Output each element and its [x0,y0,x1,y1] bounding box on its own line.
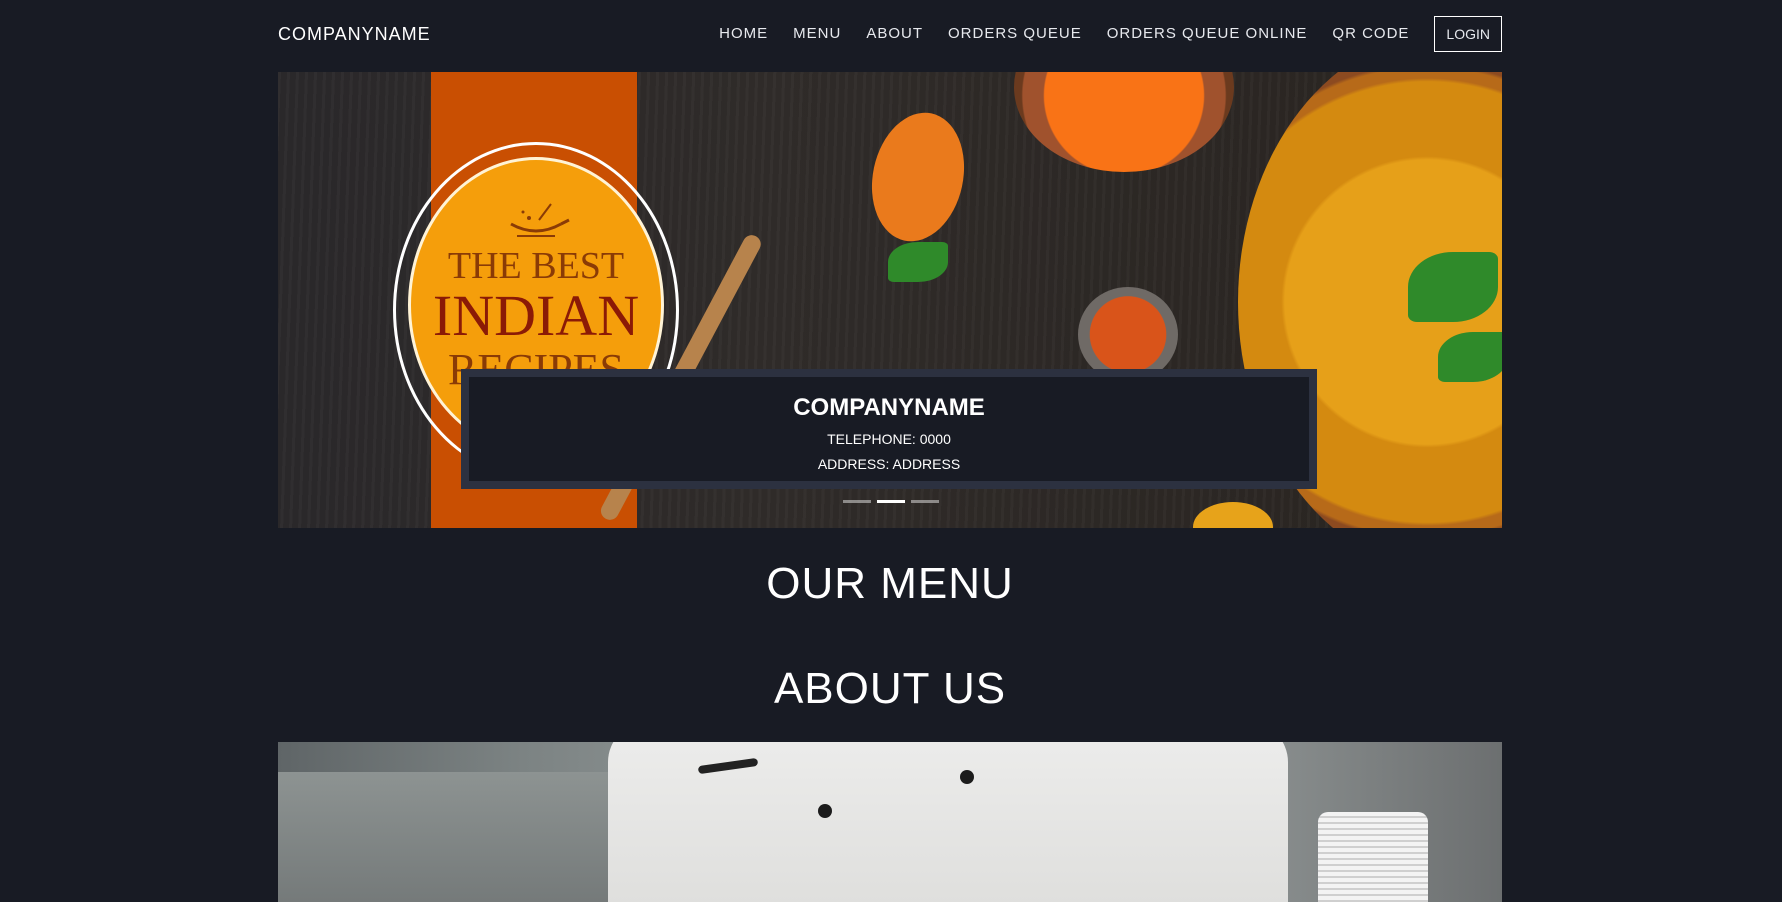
about-chef-image [278,742,1502,902]
jacket-button [960,770,974,784]
kitchen-fridge-image [278,772,608,902]
hero-image-text-line2: INDIAN [432,283,640,348]
plates-stack-image [1318,812,1428,902]
about-us-heading: ABOUT US [773,664,1007,713]
nav-orders-queue-online-link[interactable]: ORDERS QUEUE ONLINE [1107,16,1308,52]
login-button[interactable]: LOGIN [1434,16,1502,52]
nav-home-link[interactable]: HOME [719,16,768,52]
our-menu-heading: OUR MENU [766,559,1014,608]
nav-orders-queue-link[interactable]: ORDERS QUEUE [948,16,1082,52]
caption-company-name: COMPANYNAME [793,394,985,421]
carousel-indicators [840,500,942,503]
hero-carousel[interactable]: THE BEST INDIAN RECIPES COMPANYNAME TELE… [278,72,1502,528]
spice-spoon-image [1078,287,1178,382]
herb-image [1408,252,1498,322]
carousel-indicator-3[interactable] [911,500,939,503]
frying-pan-icon [411,202,661,242]
jacket-button [818,804,832,818]
hero-caption: COMPANYNAME TELEPHONE: 0000 ADDRESS: ADD… [461,369,1317,489]
caption-address: ADDRESS: ADDRESS [817,456,961,472]
nav-about-link[interactable]: ABOUT [866,16,923,52]
brand-link[interactable]: COMPANYNAME [278,24,431,45]
hero-image-text-line1: THE BEST [447,245,625,287]
caption-telephone: TELEPHONE: 0000 [827,431,951,447]
carousel-indicator-2[interactable] [877,500,905,503]
herb-image [888,242,948,282]
carousel-indicator-1[interactable] [843,500,871,503]
nav-qr-code-link[interactable]: QR CODE [1332,16,1409,52]
nav-menu: HOME MENU ABOUT ORDERS QUEUE ORDERS QUEU… [694,16,1502,52]
herb-image [1438,332,1502,382]
top-navbar: COMPANYNAME HOME MENU ABOUT ORDERS QUEUE… [278,0,1502,70]
nav-menu-link[interactable]: MENU [793,16,841,52]
